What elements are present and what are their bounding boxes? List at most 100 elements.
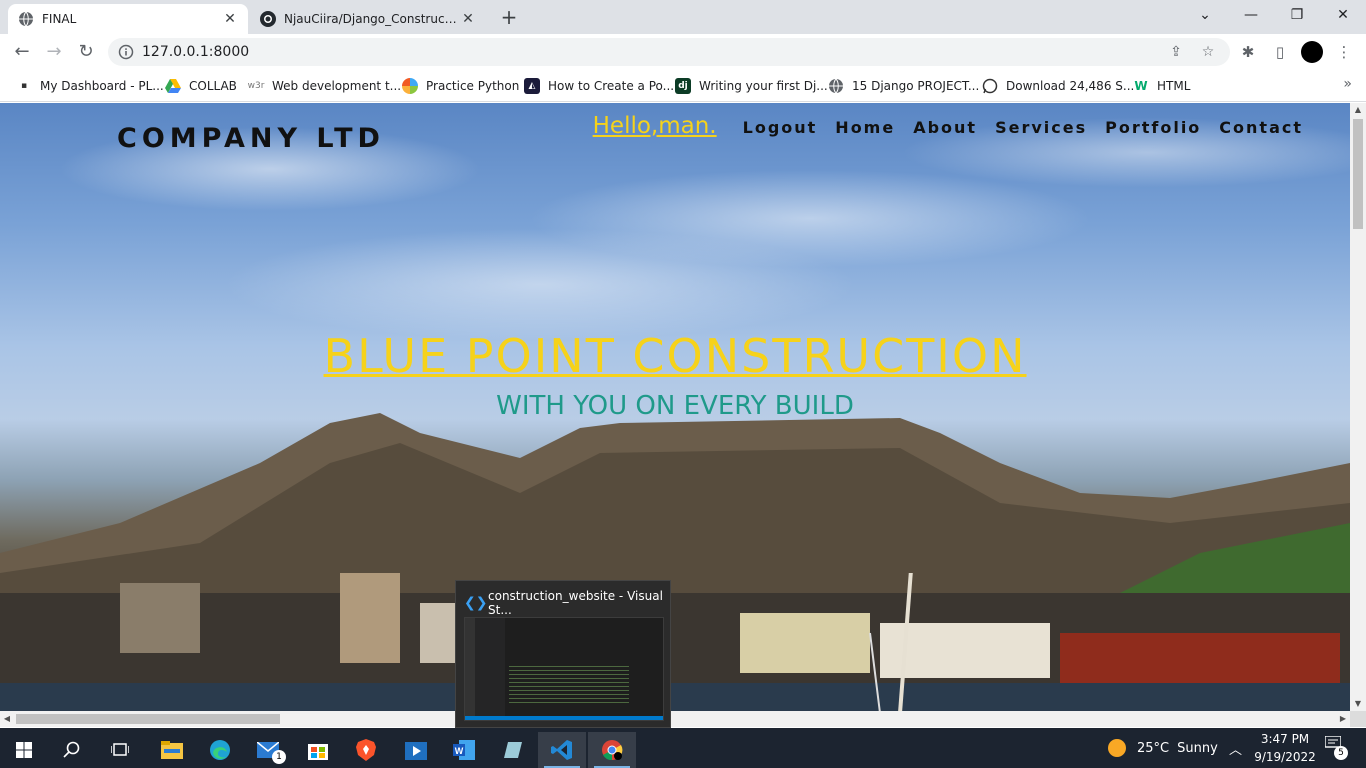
site-info-icon[interactable] (118, 44, 134, 60)
browser-toolbar: ← → ↻ 127.0.0.1:8000 ⇪ ☆ ✱ ▯ ⋮ (0, 34, 1366, 70)
tab-search-dropdown-icon[interactable]: ⌄ (1182, 0, 1228, 30)
new-tab-button[interactable]: + (496, 5, 522, 31)
weather-condition: Sunny (1177, 740, 1218, 756)
brave-icon[interactable] (342, 732, 390, 768)
site-brand-logo[interactable]: COMPANY LTD (117, 123, 385, 154)
minimize-button[interactable]: — (1228, 0, 1274, 30)
restore-button[interactable]: ❐ (1274, 0, 1320, 30)
scroll-left-icon[interactable]: ◀ (0, 711, 14, 727)
scroll-up-icon[interactable]: ▲ (1350, 103, 1366, 117)
notes-app-icon[interactable] (490, 732, 538, 768)
hero-title-text[interactable]: BLUE POINT CONSTRUCTION (324, 329, 1027, 383)
close-tab-icon[interactable]: ✕ (222, 11, 238, 27)
search-icon[interactable] (48, 732, 96, 768)
mail-badge: 1 (272, 750, 286, 764)
tab-github[interactable]: NjauCiira/Django_Construction_w ✕ (250, 4, 486, 34)
preview-title: construction_website - Visual St... (488, 589, 663, 617)
word-icon[interactable]: W (440, 732, 488, 768)
close-tab-icon[interactable]: ✕ (460, 11, 476, 27)
hero-subtitle: WITH YOU ON EVERY BUILD (496, 391, 854, 421)
edge-icon[interactable] (196, 732, 244, 768)
address-bar[interactable]: 127.0.0.1:8000 ⇪ ☆ (108, 38, 1230, 66)
page-viewport: COMPANY LTD Hello,man. Logout Home About… (0, 103, 1350, 711)
nav-home[interactable]: Home (835, 118, 895, 137)
vscode-window-preview[interactable]: ❮❯ construction_website - Visual St... (455, 580, 671, 728)
preview-header: ❮❯ construction_website - Visual St... (464, 589, 670, 617)
back-icon[interactable]: ← (10, 40, 34, 64)
bookmark-item[interactable]: W HTML (1133, 76, 1190, 96)
tab-final[interactable]: FINAL ✕ (8, 4, 248, 34)
bookmark-label: 15 Django PROJECT... (852, 79, 980, 93)
file-explorer-icon[interactable] (148, 732, 196, 768)
weather-widget[interactable]: 25°C Sunny (1108, 728, 1218, 768)
tab-title: NjauCiira/Django_Construction_w (284, 12, 460, 26)
globe-icon (828, 78, 844, 94)
horizontal-scrollbar[interactable]: ◀ ▶ (0, 711, 1350, 727)
more-bookmarks-icon[interactable]: » (1343, 76, 1352, 92)
start-windows-icon[interactable] (0, 732, 48, 768)
bookmark-item[interactable]: ◭ How to Create a Po... (524, 76, 674, 96)
colab-drive-icon (165, 78, 181, 94)
url-text[interactable]: 127.0.0.1:8000 (142, 44, 249, 60)
menu-kebab-icon[interactable]: ⋮ (1334, 42, 1354, 62)
nav-services[interactable]: Services (995, 118, 1087, 137)
globe-icon (18, 11, 34, 27)
scroll-right-icon[interactable]: ▶ (1336, 711, 1350, 727)
vertical-scroll-thumb[interactable] (1353, 119, 1363, 229)
bookmark-item[interactable]: w3r Web development t... (247, 76, 402, 96)
site-nav: Hello,man. Logout Home About Services Po… (593, 113, 1303, 139)
forward-icon[interactable]: → (42, 40, 66, 64)
github-icon (260, 11, 276, 27)
waterfront-city-image (0, 573, 1350, 711)
preview-thumbnail[interactable] (464, 617, 664, 721)
nav-contact[interactable]: Contact (1219, 118, 1303, 137)
nav-logout[interactable]: Logout (743, 118, 818, 137)
system-clock[interactable]: 3:47 PM 9/19/2022 (1250, 730, 1320, 766)
bookmark-item[interactable]: COLLAB (165, 76, 237, 96)
vertical-scrollbar[interactable]: ▲ ▼ (1350, 103, 1366, 711)
practice-python-icon (402, 78, 418, 94)
clock-date: 9/19/2022 (1254, 750, 1316, 764)
bookmark-label: HTML (1157, 79, 1191, 93)
bookmark-label: My Dashboard - PL... (40, 79, 164, 93)
side-panel-icon[interactable]: ▯ (1270, 42, 1290, 62)
bookmark-label: Download 24,486 S... (1006, 79, 1135, 93)
bookmark-label: Web development t... (272, 79, 402, 93)
windows-taskbar: 1 W 25°C Sunny ︿ 3:47 PM 9/19/2022 5 (0, 728, 1366, 768)
bookmark-item[interactable]: Practice Python (402, 76, 519, 96)
chrome-icon[interactable] (588, 732, 636, 768)
mail-icon[interactable]: 1 (244, 732, 292, 768)
nav-portfolio[interactable]: Portfolio (1105, 118, 1201, 137)
scroll-down-icon[interactable]: ▼ (1350, 697, 1366, 711)
share-icon[interactable]: ⇪ (1166, 44, 1186, 60)
task-view-icon[interactable] (96, 732, 144, 768)
bookmark-star-icon[interactable]: ☆ (1198, 44, 1218, 60)
microsoft-store-icon[interactable] (294, 732, 342, 768)
chevron-up-icon[interactable]: ︿ (1229, 728, 1242, 768)
bookmark-item[interactable]: dj Writing your first Dj... (675, 76, 828, 96)
close-window-button[interactable]: ✕ (1320, 0, 1366, 30)
clock-time: 3:47 PM (1260, 732, 1310, 746)
svg-text:W: W (455, 746, 464, 756)
notification-center-icon[interactable]: 5 (1322, 735, 1348, 760)
profile-avatar[interactable] (1301, 41, 1323, 63)
tab-strip: FINAL ✕ NjauCiira/Django_Construction_w … (0, 0, 1366, 34)
horizontal-scroll-thumb[interactable] (16, 714, 280, 724)
greeting-link[interactable]: Hello,man. (593, 113, 717, 139)
extensions-icon[interactable]: ✱ (1238, 42, 1258, 62)
bookmark-item[interactable]: 15 Django PROJECT... (828, 76, 979, 96)
bookmark-item[interactable]: Download 24,486 S... (982, 76, 1134, 96)
vscode-taskbar-icon[interactable] (538, 732, 586, 768)
status-bar (465, 716, 663, 720)
bookmark-item[interactable]: ▪ My Dashboard - PL... (16, 76, 164, 96)
notification-count: 5 (1334, 746, 1348, 760)
video-player-icon[interactable] (392, 732, 440, 768)
reload-icon[interactable]: ↻ (74, 40, 98, 64)
w3r-icon: w3r (247, 81, 265, 91)
bookmark-label: Writing your first Dj... (699, 79, 828, 93)
whatsapp-icon (982, 78, 998, 94)
nav-about[interactable]: About (913, 118, 977, 137)
code-lines (509, 666, 629, 706)
bookmark-label: How to Create a Po... (548, 79, 675, 93)
sun-icon (1108, 739, 1126, 757)
